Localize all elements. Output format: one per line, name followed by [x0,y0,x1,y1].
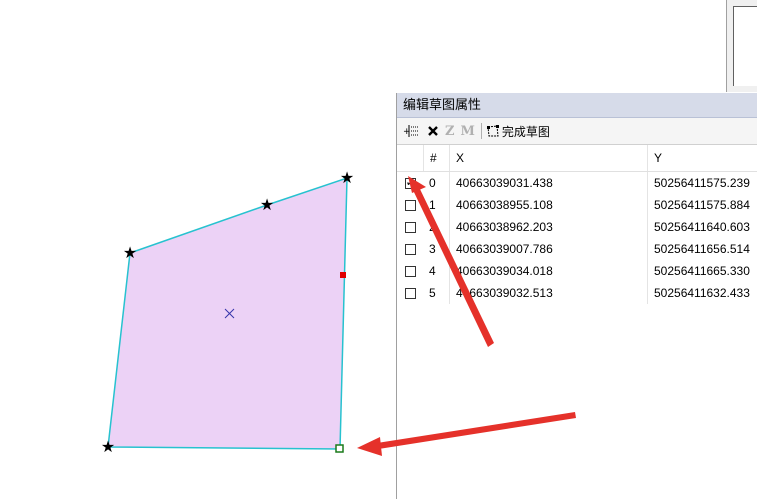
row-x-value[interactable]: 40663038962.203 [449,216,647,238]
insert-vertex-icon[interactable]: + [403,121,421,141]
header-y: Y [647,145,757,171]
row-x-value[interactable]: 40663038955.108 [449,194,647,216]
row-index: 0 [429,176,436,190]
table-row[interactable]: 4 40663039034.018 50256411665.330 [397,260,757,282]
vertex-star-2[interactable]: ★ [340,170,354,187]
finish-sketch-icon [486,125,499,137]
table-row[interactable]: 2 40663038962.203 50256411640.603 [397,216,757,238]
row-y-value[interactable]: 50256411640.603 [647,216,757,238]
row-y-value[interactable]: 50256411665.330 [647,260,757,282]
row-checkbox[interactable] [404,243,416,255]
row-checkbox-cell[interactable] [397,287,423,299]
row-checkbox[interactable] [404,265,416,277]
row-checkbox-cell[interactable] [397,243,423,255]
table-body: 0 40663039031.43850256411575.239 1 40663038… [397,172,757,304]
table-row[interactable]: 3 40663039007.786 50256411656.514 [397,238,757,260]
midpoint-marker[interactable] [340,272,346,278]
row-x-value[interactable]: 40663039031.438 [449,172,647,194]
table-header: # X Y [397,145,757,172]
row-index: 4 [429,264,436,278]
toolbar-separator [480,123,482,139]
finish-sketch-button[interactable]: 完成草图 [486,121,550,141]
row-checkbox[interactable] [404,199,416,211]
row-y-value[interactable]: 50256411575.239 [647,172,757,194]
table-row[interactable]: 5 40663039032.513 50256411632.433 [397,282,757,304]
right-window-content [733,6,757,86]
panel-title: 编辑草图属性 [397,93,757,118]
row-checkbox[interactable] [404,221,416,233]
sketch-polygon[interactable] [107,176,348,450]
vertex-table: # X Y 040663039031.43850256411575.239140… [397,145,757,304]
header-x: X [449,145,647,171]
vertex-star-3[interactable]: ★ [101,439,115,456]
finish-sketch-label: 完成草图 [501,124,550,139]
delete-icon[interactable] [427,121,439,141]
row-y-value[interactable]: 50256411575.884 [647,194,757,216]
row-index: 3 [429,242,436,256]
row-index: 5 [429,286,436,300]
row-x-value[interactable]: 40663039034.018 [449,260,647,282]
header-index: # [423,145,449,171]
row-checkbox-cell[interactable] [397,175,423,189]
z-button[interactable]: Z [445,121,455,141]
table-row[interactable]: 1 40663038955.108 50256411575.884 [397,194,757,216]
vertex-star-1[interactable]: ★ [260,197,274,214]
svg-text:★: ★ [101,439,115,456]
row-checkbox[interactable] [404,175,416,189]
m-button[interactable]: M [461,121,475,141]
row-checkbox[interactable] [404,287,416,299]
row-checkbox-cell[interactable] [397,199,423,211]
right-window-edge [726,0,757,92]
selected-vertex-marker[interactable] [335,444,344,453]
row-y-value[interactable]: 50256411632.433 [647,282,757,304]
edit-sketch-properties-panel: 编辑草图属性 + Z M 完成草图 # X Y ✓ 0 40663039031.… [396,93,757,499]
row-x-value[interactable]: 40663039032.513 [449,282,647,304]
svg-text:★: ★ [260,197,274,214]
row-y-value[interactable]: 50256411656.514 [647,238,757,260]
row-checkbox-cell[interactable] [397,221,423,233]
table-row[interactable]: 0 40663039031.43850256411575.239 [397,172,757,194]
svg-text:★: ★ [123,245,137,262]
row-index: 2 [429,220,436,234]
vertex-star-0[interactable]: ★ [123,245,137,262]
panel-toolbar: + Z M 完成草图 [397,118,757,145]
svg-text:★: ★ [340,170,354,187]
row-index: 1 [429,198,436,212]
row-checkbox-cell[interactable] [397,265,423,277]
row-x-value[interactable]: 40663039007.786 [449,238,647,260]
